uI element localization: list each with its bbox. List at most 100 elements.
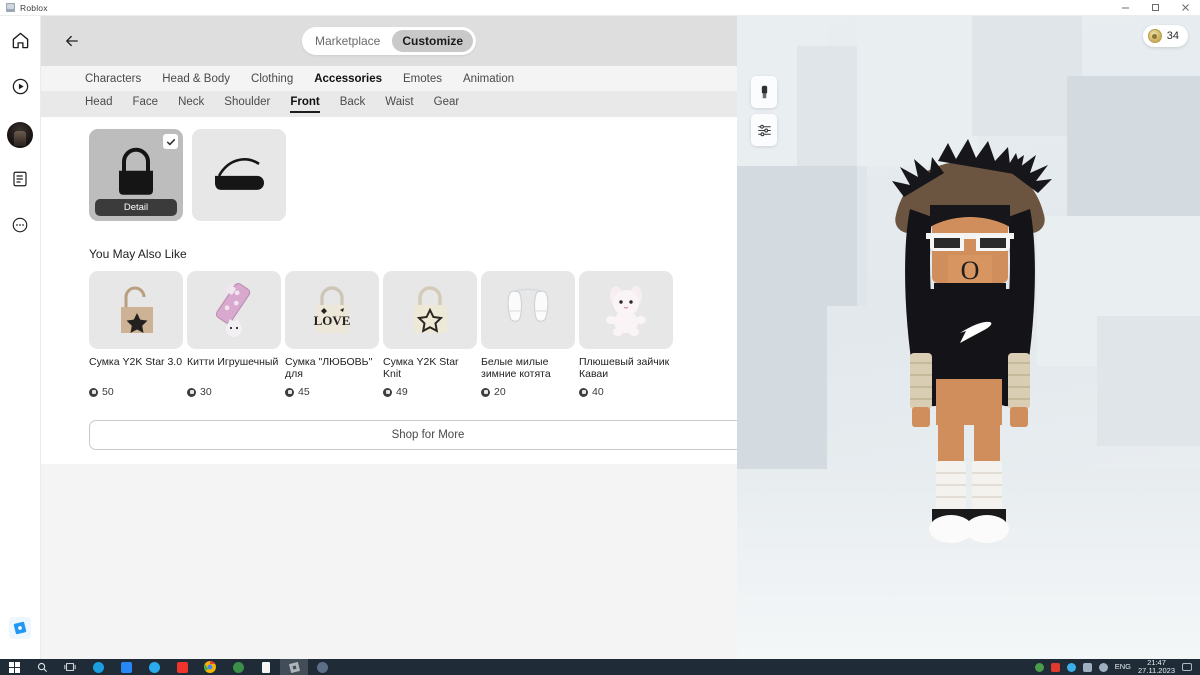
green-app-icon	[232, 661, 244, 673]
rec-name-6: Плюшевый зайчик Каваи	[579, 356, 670, 380]
tab-accessories[interactable]: Accessories	[314, 73, 382, 85]
close-button[interactable]	[1170, 0, 1200, 16]
subtab-gear[interactable]: Gear	[434, 96, 460, 113]
tray-red-icon[interactable]	[1050, 662, 1060, 672]
sidebar-item-roblox-logo[interactable]	[5, 613, 35, 643]
marketplace-customize-toggle[interactable]: Marketplace Customize	[301, 27, 477, 55]
camera-button[interactable]	[751, 76, 777, 108]
task-view-icon	[64, 663, 76, 671]
shop-for-more-button[interactable]: Shop for More	[89, 420, 767, 450]
avatar-viewport[interactable]: O 34	[737, 16, 1200, 659]
taskbar-chrome[interactable]	[196, 659, 224, 675]
rec-name-5: Белые милые зимние котята	[481, 356, 551, 380]
taskbar-green-app[interactable]	[224, 659, 252, 675]
rec-price-3: 45	[285, 386, 379, 398]
subtab-face[interactable]: Face	[133, 96, 159, 113]
start-button[interactable]	[0, 659, 28, 675]
rec-thumb-white-mittens	[481, 271, 575, 349]
tab-characters[interactable]: Characters	[85, 73, 141, 85]
taskbar-telegram[interactable]	[140, 659, 168, 675]
back-button[interactable]	[55, 24, 89, 58]
rec-card-4[interactable]: Сумка Y2K Star Knit 49	[383, 271, 477, 398]
roblox-icon	[288, 661, 300, 673]
sidebar-item-home[interactable]	[5, 28, 35, 58]
rec-card-3[interactable]: LOVE Сумка "ЛЮБОВЬ" для 45	[285, 271, 379, 398]
item-tile-label: Detail	[95, 199, 177, 216]
left-rail	[0, 16, 41, 659]
rec-price-value-5: 20	[494, 386, 506, 398]
rec-card-6[interactable]: Плюшевый зайчик Каваи 40	[579, 271, 673, 398]
steam-icon	[92, 661, 104, 673]
subtab-shoulder[interactable]: Shoulder	[224, 96, 270, 113]
robux-icon	[481, 387, 490, 397]
network-icon[interactable]	[1082, 662, 1092, 672]
language-indicator[interactable]: ENG	[1115, 663, 1131, 671]
taskbar-red-app[interactable]	[168, 659, 196, 675]
rec-thumb-plush-bunny	[579, 271, 673, 349]
svg-text:LOVE: LOVE	[314, 313, 351, 328]
taskbar-roblox[interactable]	[280, 659, 308, 675]
sidebar-item-discover[interactable]	[5, 74, 35, 104]
search-button[interactable]	[28, 659, 56, 675]
bg-block	[1097, 316, 1200, 446]
document-icon	[262, 661, 270, 673]
tab-emotes[interactable]: Emotes	[403, 73, 442, 85]
owned-items-grid: Detail	[41, 129, 737, 221]
segment-customize[interactable]: Customize	[392, 30, 474, 52]
rec-price-2: 30	[187, 386, 281, 398]
tray-blue-icon[interactable]	[1066, 662, 1076, 672]
avatar-character[interactable]: O	[852, 131, 1087, 591]
panel-filler	[41, 450, 737, 464]
item-tile-tote-bag[interactable]: Detail	[89, 129, 183, 221]
subtab-head[interactable]: Head	[85, 96, 113, 113]
rec-name-2: Китти Игрушечный	[187, 356, 279, 368]
subtab-back[interactable]: Back	[340, 96, 366, 113]
tab-clothing[interactable]: Clothing	[251, 73, 293, 85]
robux-icon	[89, 387, 98, 397]
robux-icon	[187, 387, 196, 397]
subtab-neck[interactable]: Neck	[178, 96, 204, 113]
sidebar-item-avatar[interactable]	[5, 120, 35, 150]
window-title: Roblox	[20, 2, 48, 13]
taskbar-document[interactable]	[252, 659, 280, 675]
robux-balance-pill[interactable]: 34	[1142, 25, 1188, 47]
minimize-button[interactable]	[1110, 0, 1140, 16]
taskbar-paint-app[interactable]	[308, 659, 336, 675]
svg-text:O: O	[961, 256, 980, 285]
system-tray: ENG 21:47 27.11.2023	[1034, 658, 1200, 675]
robux-icon	[579, 387, 588, 397]
tab-animation[interactable]: Animation	[463, 73, 514, 85]
rec-card-5[interactable]: Белые милые зимние котята 20	[481, 271, 575, 398]
segment-marketplace[interactable]: Marketplace	[305, 30, 390, 52]
rec-price-value-4: 49	[396, 386, 408, 398]
clock[interactable]: 21:47 27.11.2023	[1138, 658, 1175, 675]
settings-button[interactable]	[751, 114, 777, 146]
subtab-front[interactable]: Front	[290, 96, 320, 113]
sidebar-item-inventory[interactable]	[5, 166, 35, 196]
play-icon	[11, 77, 30, 101]
rec-card-2[interactable]: Китти Игрушечный 30	[187, 271, 281, 398]
item-tile-duffel-bag[interactable]	[192, 129, 286, 221]
robux-icon	[285, 387, 294, 397]
rec-price-4: 49	[383, 386, 477, 398]
recommendations-title: You May Also Like	[89, 247, 187, 261]
task-view-button[interactable]	[56, 659, 84, 675]
rec-price-value-6: 40	[592, 386, 604, 398]
rec-thumb-kitty-toy	[187, 271, 281, 349]
app-body: Marketplace Customize Characters Head & …	[0, 16, 1200, 659]
maximize-button[interactable]	[1140, 0, 1170, 16]
tray-green-icon[interactable]	[1034, 662, 1044, 672]
tab-head-body[interactable]: Head & Body	[162, 73, 230, 85]
rec-card-1[interactable]: Сумка Y2K Star 3.0 50	[89, 271, 183, 398]
taskbar-steam[interactable]	[84, 659, 112, 675]
rec-thumb-star-knit-tote	[383, 271, 477, 349]
sidebar-item-more[interactable]	[5, 212, 35, 242]
notifications-icon[interactable]	[1182, 663, 1192, 671]
robux-icon	[383, 387, 392, 397]
rec-price-value-2: 30	[200, 386, 212, 398]
volume-icon[interactable]	[1098, 662, 1108, 672]
roblox-logo-icon	[9, 617, 31, 639]
taskbar-vk[interactable]	[112, 659, 140, 675]
subtab-waist[interactable]: Waist	[385, 96, 413, 113]
clock-date: 27.11.2023	[1138, 666, 1175, 675]
